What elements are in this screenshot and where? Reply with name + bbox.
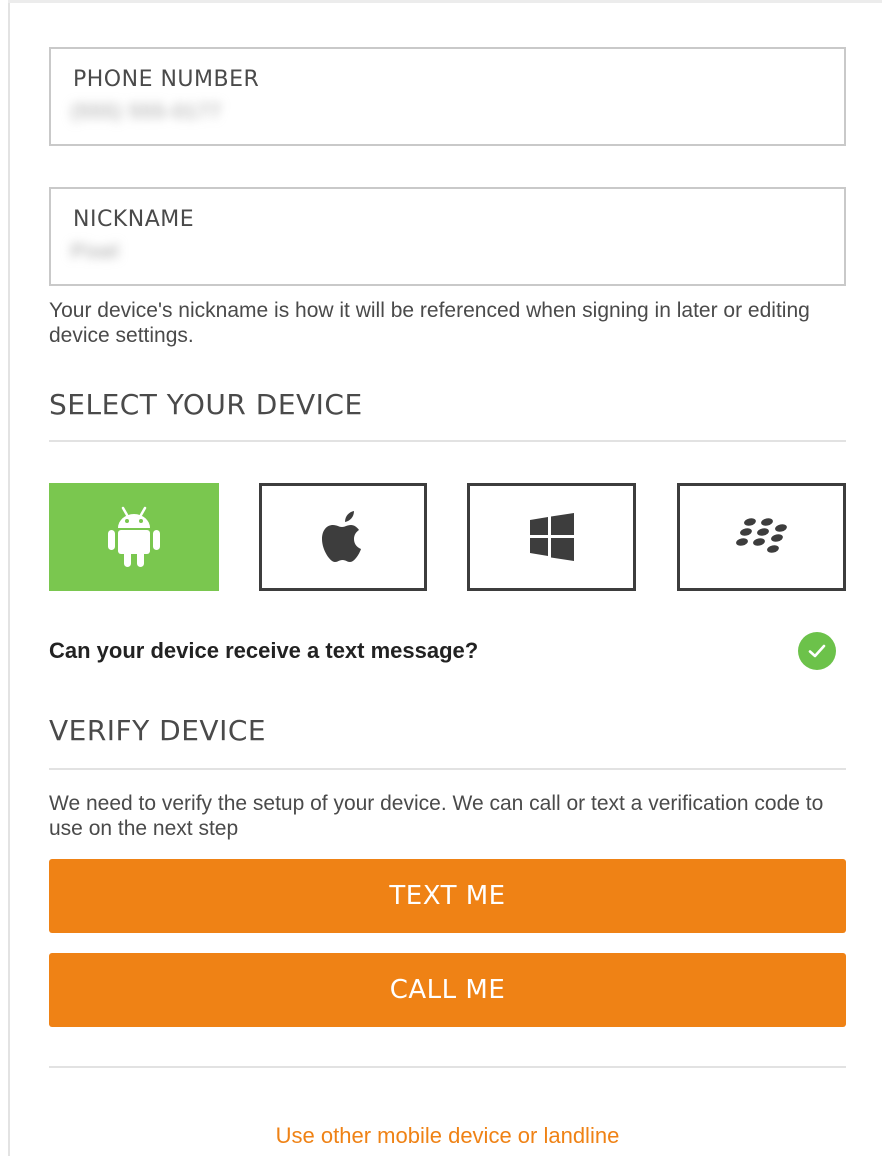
call-me-button[interactable]: CALL ME	[49, 953, 846, 1027]
text-message-question: Can your device receive a text message?	[49, 638, 479, 663]
device-option-blackberry[interactable]	[677, 483, 846, 591]
select-device-title: SELECT YOUR DEVICE	[49, 388, 363, 421]
text-me-button[interactable]: TEXT ME	[49, 859, 846, 933]
frame-top-border	[8, 0, 882, 3]
select-device-divider	[49, 440, 846, 442]
device-option-android[interactable]	[49, 483, 219, 591]
android-icon	[108, 506, 160, 567]
check-circle-icon[interactable]	[798, 632, 836, 670]
use-other-device-link[interactable]: Use other mobile device or landline	[49, 1123, 846, 1149]
frame-left-border	[8, 0, 10, 1156]
phone-number-field[interactable]: PHONE NUMBER (555) 555-0177	[49, 47, 846, 146]
nickname-hint: Your device's nickname is how it will be…	[49, 299, 810, 347]
apple-icon	[322, 511, 361, 562]
footer-divider	[49, 1066, 846, 1068]
device-option-apple[interactable]	[259, 483, 427, 591]
verify-device-divider	[49, 768, 846, 770]
blackberry-icon	[735, 518, 787, 553]
nickname-value: Pixel	[71, 241, 120, 263]
nickname-label: NICKNAME	[73, 207, 195, 232]
nickname-field[interactable]: NICKNAME Pixel	[49, 187, 846, 286]
device-option-windows[interactable]	[467, 483, 636, 591]
verify-description: We need to verify the setup of your devi…	[49, 792, 824, 840]
phone-number-value: (555) 555-0177	[71, 101, 222, 123]
verify-device-title: VERIFY DEVICE	[49, 714, 267, 747]
phone-number-label: PHONE NUMBER	[73, 67, 260, 92]
windows-icon	[529, 513, 574, 561]
